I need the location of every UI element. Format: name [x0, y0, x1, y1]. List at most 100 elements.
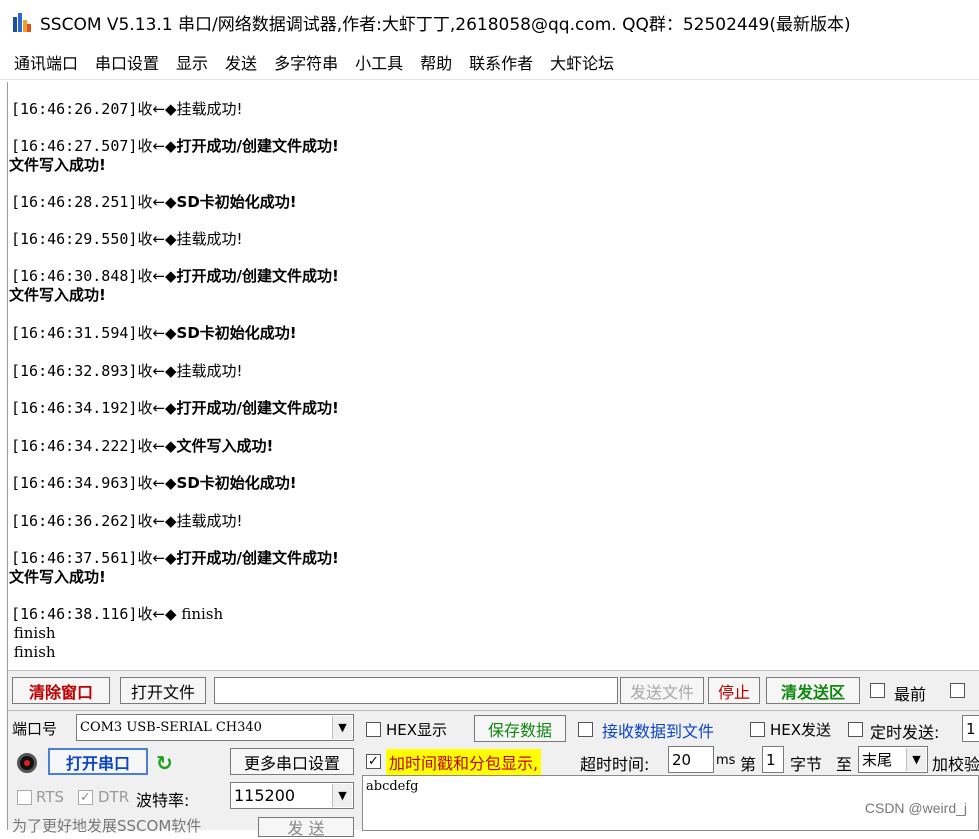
log-message: finish [176, 605, 224, 623]
log-continuation: 文件写入成功! [9, 286, 106, 304]
hex-send-checkbox[interactable] [750, 722, 765, 737]
log-continuation: 文件写入成功! [9, 156, 106, 174]
receive-log-line: [16:46:26.207]收←◆挂载成功! [11, 100, 243, 119]
baud-rate-label: 波特率: [136, 791, 190, 810]
log-timestamp: [16:46:27.507] [11, 137, 138, 155]
log-direction: 收←◆ [137, 474, 177, 492]
hex-display-checkbox[interactable] [366, 722, 381, 737]
log-message: SD卡初始化成功! [176, 324, 297, 342]
receive-log-line: [16:46:32.893]收←◆挂载成功! [11, 362, 243, 381]
menu-contact-author[interactable]: 联系作者 [469, 50, 533, 74]
log-continuation: finish finish [13, 624, 56, 661]
timestamp-checkbox[interactable]: ✓ [366, 754, 381, 769]
log-direction: 收←◆ [137, 324, 177, 342]
dtr-checkbox[interactable]: ✓ [78, 790, 93, 805]
log-timestamp: [16:46:34.222] [11, 437, 138, 455]
english-checkbox[interactable] [950, 683, 965, 698]
refresh-icon[interactable]: ↻ [156, 751, 173, 775]
chevron-down-icon[interactable]: ▼ [332, 784, 352, 807]
timeout-label: 超时时间: [580, 755, 650, 774]
timeout-input[interactable]: 20 [668, 746, 714, 773]
timestamp-label[interactable]: 加时间戳和分包显示, [386, 749, 542, 775]
log-direction: 收←◆ [137, 230, 177, 248]
window-title-bar: SSCOM V5.13.1 串口/网络数据调试器,作者:大虾丁丁,2618058… [0, 0, 979, 44]
timed-send-checkbox[interactable] [848, 722, 863, 737]
log-message: 打开成功/创建文件成功! [176, 267, 339, 285]
checksum-label[interactable]: 加校验 [932, 751, 979, 775]
receive-log-line: [16:46:28.251]收←◆SD卡初始化成功! [11, 193, 297, 212]
port-status-icon [17, 753, 37, 773]
hex-display-label: HEX显示 [386, 721, 448, 739]
byte-index-input[interactable]: 1 [762, 746, 784, 773]
file-path-input[interactable] [214, 677, 618, 704]
port-select-value: COM3 USB-SERIAL CH340 [80, 720, 262, 735]
receive-log-line: [16:46:37.561]收←◆打开成功/创建文件成功! 文件写入成功! [9, 549, 339, 587]
receive-log-line: [16:46:30.848]收←◆打开成功/创建文件成功! 文件写入成功! [9, 267, 339, 305]
menu-display[interactable]: 显示 [176, 50, 208, 74]
receive-log-line: [16:46:36.262]收←◆挂载成功! [11, 512, 243, 531]
receive-log-line: [16:46:29.550]收←◆挂载成功! [11, 230, 243, 249]
log-message: 文件写入成功! [176, 437, 274, 455]
log-message: 打开成功/创建文件成功! [176, 549, 339, 567]
open-port-button[interactable]: 打开串口 [48, 748, 148, 775]
log-direction: 收←◆ [137, 549, 177, 567]
chevron-down-icon[interactable]: ▼ [332, 716, 352, 739]
nth-label: 第 [740, 755, 757, 774]
topmost-checkbox[interactable] [870, 683, 885, 698]
port-select[interactable]: COM3 USB-SERIAL CH340 ▼ [76, 714, 354, 741]
timed-send-input[interactable]: 1 [962, 715, 979, 742]
send-file-button[interactable]: 发送文件 [620, 677, 704, 704]
log-timestamp: [16:46:38.116] [11, 605, 138, 623]
menu-comm-port[interactable]: 通讯端口 [14, 50, 78, 74]
log-direction: 收←◆ [137, 137, 177, 155]
log-timestamp: [16:46:31.594] [11, 324, 138, 342]
save-data-button[interactable]: 保存数据 [474, 715, 566, 742]
checksum-end-value: 末尾 [862, 751, 893, 769]
baud-rate-value: 115200 [234, 786, 296, 805]
receive-toolbar: 清除窗口 打开文件 发送文件 停止 清发送区 最前 [8, 670, 979, 710]
receive-log-line: [16:46:34.192]收←◆打开成功/创建文件成功! [11, 399, 339, 418]
log-timestamp: [16:46:36.262] [11, 512, 138, 530]
timed-send-label: 定时发送: [870, 723, 940, 742]
send-button[interactable]: 发 送 [258, 817, 354, 838]
port-number-label: 端口号 [12, 720, 58, 738]
log-direction: 收←◆ [137, 100, 177, 118]
log-direction: 收←◆ [137, 399, 177, 417]
menu-multi-string[interactable]: 多字符串 [274, 50, 338, 74]
menu-help[interactable]: 帮助 [420, 50, 452, 74]
log-message: 挂载成功! [176, 100, 243, 118]
log-timestamp: [16:46:37.561] [11, 549, 138, 567]
log-direction: 收←◆ [137, 605, 177, 623]
baud-rate-select[interactable]: 115200 ▼ [230, 782, 354, 809]
receive-log-line: [16:46:34.963]收←◆SD卡初始化成功! [11, 474, 297, 493]
rts-checkbox[interactable] [17, 790, 32, 805]
menu-forum[interactable]: 大虾论坛 [550, 50, 614, 74]
log-timestamp: [16:46:29.550] [11, 230, 138, 248]
log-message: SD卡初始化成功! [176, 474, 297, 492]
checksum-end-select[interactable]: 末尾 ▼ [858, 746, 928, 773]
stop-button[interactable]: 停止 [708, 677, 760, 704]
log-message: SD卡初始化成功! [176, 193, 297, 211]
menu-serial-settings[interactable]: 串口设置 [95, 50, 159, 74]
chevron-down-icon[interactable]: ▼ [906, 748, 926, 771]
log-message: 挂载成功! [176, 362, 243, 380]
clear-send-area-button[interactable]: 清发送区 [766, 677, 860, 704]
log-message: 挂载成功! [176, 512, 243, 530]
receive-log-line: [16:46:27.507]收←◆打开成功/创建文件成功! 文件写入成功! [9, 137, 339, 175]
menu-send[interactable]: 发送 [225, 50, 257, 74]
receive-log-line: [16:46:31.594]收←◆SD卡初始化成功! [11, 324, 297, 343]
open-file-button[interactable]: 打开文件 [120, 677, 206, 704]
watermark: CSDN @weird_j [864, 800, 967, 816]
rts-label: RTS [36, 788, 65, 806]
log-direction: 收←◆ [137, 193, 177, 211]
receive-area[interactable]: [16:46:26.207]收←◆挂载成功! [16:46:27.507]收←◆打… [8, 82, 979, 670]
log-timestamp: [16:46:30.848] [11, 267, 138, 285]
topmost-label: 最前 [894, 685, 927, 704]
clear-window-button[interactable]: 清除窗口 [12, 677, 110, 704]
menu-tools[interactable]: 小工具 [355, 50, 403, 74]
log-continuation: 文件写入成功! [9, 568, 106, 586]
recv-to-file-checkbox[interactable] [578, 722, 593, 737]
ms-label: ms [716, 753, 736, 768]
more-port-settings-button[interactable]: 更多串口设置 [230, 748, 354, 775]
recv-to-file-label[interactable]: 接收数据到文件 [602, 718, 714, 742]
